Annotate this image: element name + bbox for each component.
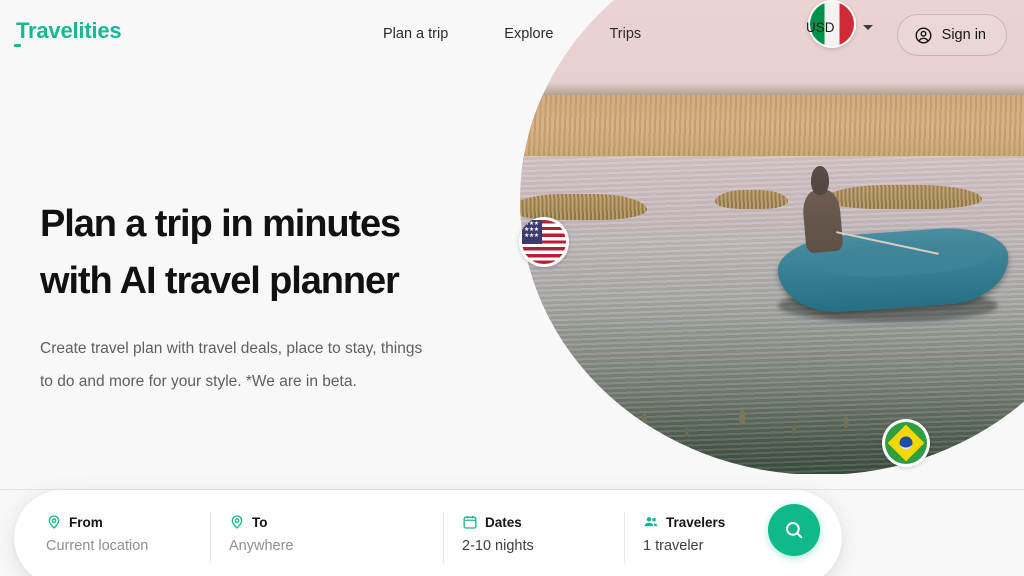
page-title-line-2: with AI travel planner — [40, 260, 400, 302]
search-field-travelers[interactable]: Travelers 1 traveler — [625, 490, 785, 576]
brazil-flag-icon — [882, 419, 930, 467]
site-header: Travelities Plan a trip Explore Trips US… — [0, 0, 1024, 66]
hero-reed-island — [824, 184, 983, 209]
search-field-to[interactable]: To Anywhere — [211, 490, 443, 576]
hero-copy: Plan a trip in minutes with AI travel pl… — [40, 196, 560, 398]
hero-image — [520, 0, 1024, 474]
page-title-line-1: Plan a trip in minutes — [40, 203, 401, 245]
map-pin-icon — [48, 515, 60, 529]
search-icon — [786, 522, 803, 539]
usa-flag-icon — [519, 217, 569, 267]
brand-logo-underscore — [14, 44, 21, 47]
page-subtitle: Create travel plan with travel deals, pl… — [40, 332, 540, 398]
brand-logo[interactable]: Travelities — [16, 18, 122, 44]
map-pin-icon — [231, 515, 243, 529]
hero-reed-island — [714, 189, 789, 209]
search-field-dates-value: 2-10 nights — [462, 538, 534, 554]
search-field-dates-label: Dates — [485, 514, 522, 530]
nav-item-explore[interactable]: Explore — [476, 24, 581, 44]
search-field-to-value: Anywhere — [229, 538, 294, 554]
search-submit-button[interactable] — [768, 504, 820, 556]
search-field-to-label: To — [252, 514, 268, 530]
main-navigation: Plan a trip Explore Trips — [355, 24, 669, 44]
page-subtitle-line-2: to do and more for your style. *We are i… — [40, 373, 357, 390]
search-field-travelers-label: Travelers — [666, 514, 726, 530]
sign-in-label: Sign in — [941, 27, 986, 43]
page-subtitle-line-1: Create travel plan with travel deals, pl… — [40, 340, 423, 357]
calendar-icon — [463, 516, 477, 529]
search-field-from[interactable]: From Current location — [14, 490, 210, 576]
trip-search-bar: From Current location To Anywhere Dates … — [14, 490, 842, 576]
hero-photo-canoe-lake — [520, 0, 1024, 474]
people-icon — [644, 517, 658, 527]
search-field-dates[interactable]: Dates 2-10 nights — [444, 490, 624, 576]
nav-item-trips[interactable]: Trips — [581, 24, 669, 44]
user-account-icon — [915, 27, 932, 43]
hero-grass-tufts — [573, 398, 899, 446]
search-field-travelers-value: 1 traveler — [643, 538, 704, 554]
search-field-from-label: From — [69, 514, 103, 530]
page-title: Plan a trip in minutes with AI travel pl… — [40, 196, 560, 310]
chevron-down-icon — [862, 25, 873, 30]
hero-paddler-head — [811, 165, 830, 196]
sign-in-button[interactable]: Sign in — [896, 14, 1007, 56]
search-field-from-value: Current location — [46, 538, 149, 554]
nav-item-plan-a-trip[interactable]: Plan a trip — [355, 24, 476, 44]
landing-page: Travelities Plan a trip Explore Trips US… — [0, 0, 1024, 576]
hero-canoe-interior — [817, 235, 995, 282]
currency-value: USD — [806, 20, 835, 35]
